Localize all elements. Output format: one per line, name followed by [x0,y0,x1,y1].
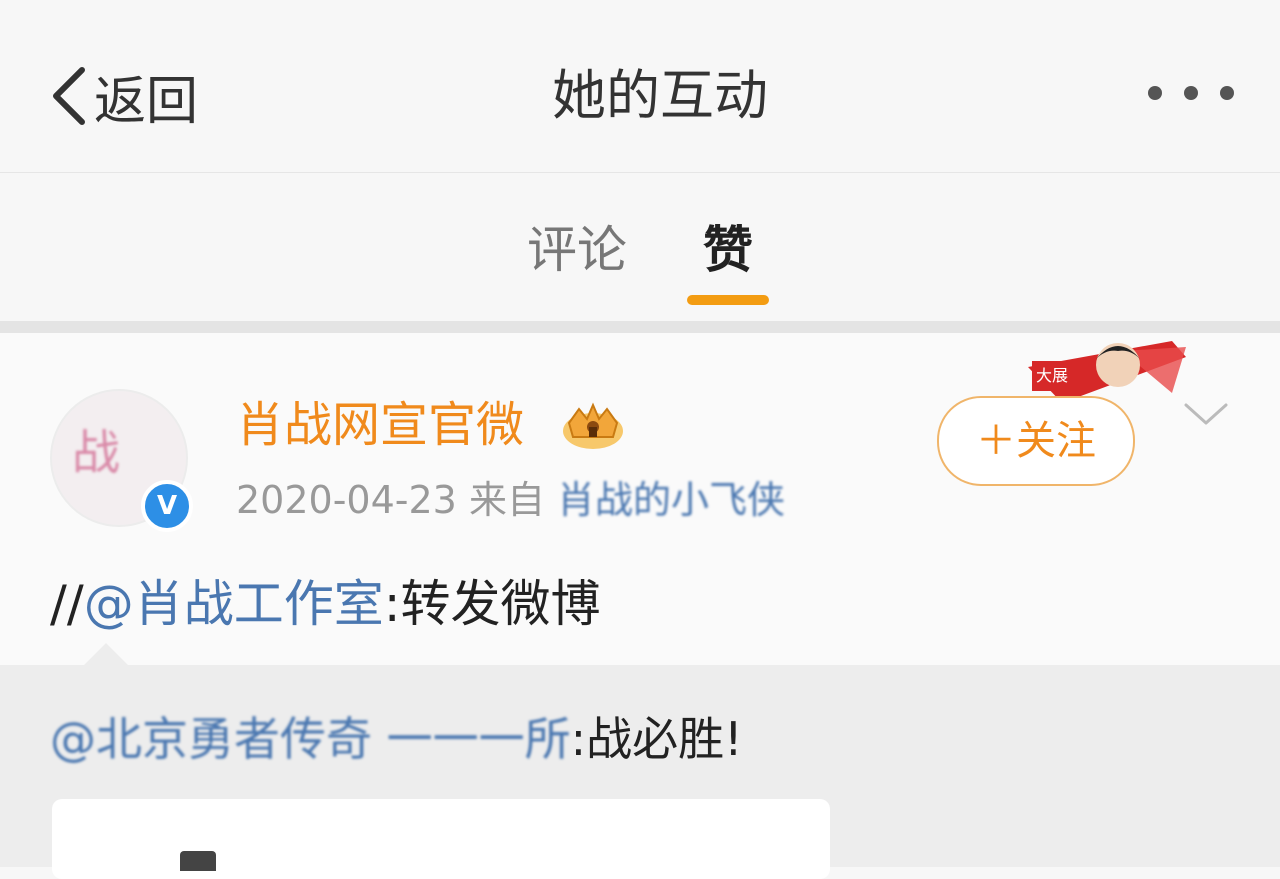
post-text-prefix: // [50,575,84,633]
svg-text:大展: 大展 [1036,366,1068,385]
section-divider [0,321,1280,333]
source-name[interactable]: 肖战的小飞侠 [557,478,785,522]
more-dot [1148,86,1162,100]
follow-button[interactable]: ＋关注 [937,396,1135,486]
quote-pointer [84,643,128,665]
chevron-down-icon[interactable] [1182,399,1230,429]
verified-badge-icon: V [141,480,193,532]
media-thumbnail-icon [180,851,216,871]
quoted-text: :战必胜! [570,712,743,766]
post-meta: 2020-04-23 来自 肖战的小飞侠 [236,473,785,527]
quoted-mention-link[interactable]: @北京勇者传奇 一一一所 [50,712,571,766]
username[interactable]: 肖战网宣官微 [236,395,524,455]
page-title: 她的互动 [552,64,768,127]
active-tab-indicator [687,295,769,305]
tab-comments[interactable]: 评论 [527,215,627,285]
source-prefix: 来自 [468,478,545,522]
post-date: 2020-04-23 [236,478,457,522]
more-dot [1220,86,1234,100]
quoted-post[interactable]: @北京勇者传奇 一一一所:战必胜! [0,643,1280,879]
quoted-post-text: @北京勇者传奇 一一一所:战必胜! [50,707,743,771]
tab-bar: 评论 赞 [0,173,1280,321]
post-text: //@肖战工作室:转发微博 [50,569,601,639]
post-text-suffix: :转发微博 [383,575,601,633]
avatar-image: 战 [72,425,121,481]
tab-likes[interactable]: 赞 [703,215,753,285]
media-preview[interactable] [52,799,830,879]
more-dot [1184,86,1198,100]
crown-icon [563,402,623,449]
feed-card[interactable]: 战 V 肖战网宣官微 2020-04-23 来自 肖战的小飞侠 大展 ＋关注 /… [0,333,1280,879]
top-bar: 返回 她的互动 [0,0,1280,173]
more-menu-icon[interactable] [1148,86,1234,100]
mention-link[interactable]: @肖战工作室 [84,575,384,633]
